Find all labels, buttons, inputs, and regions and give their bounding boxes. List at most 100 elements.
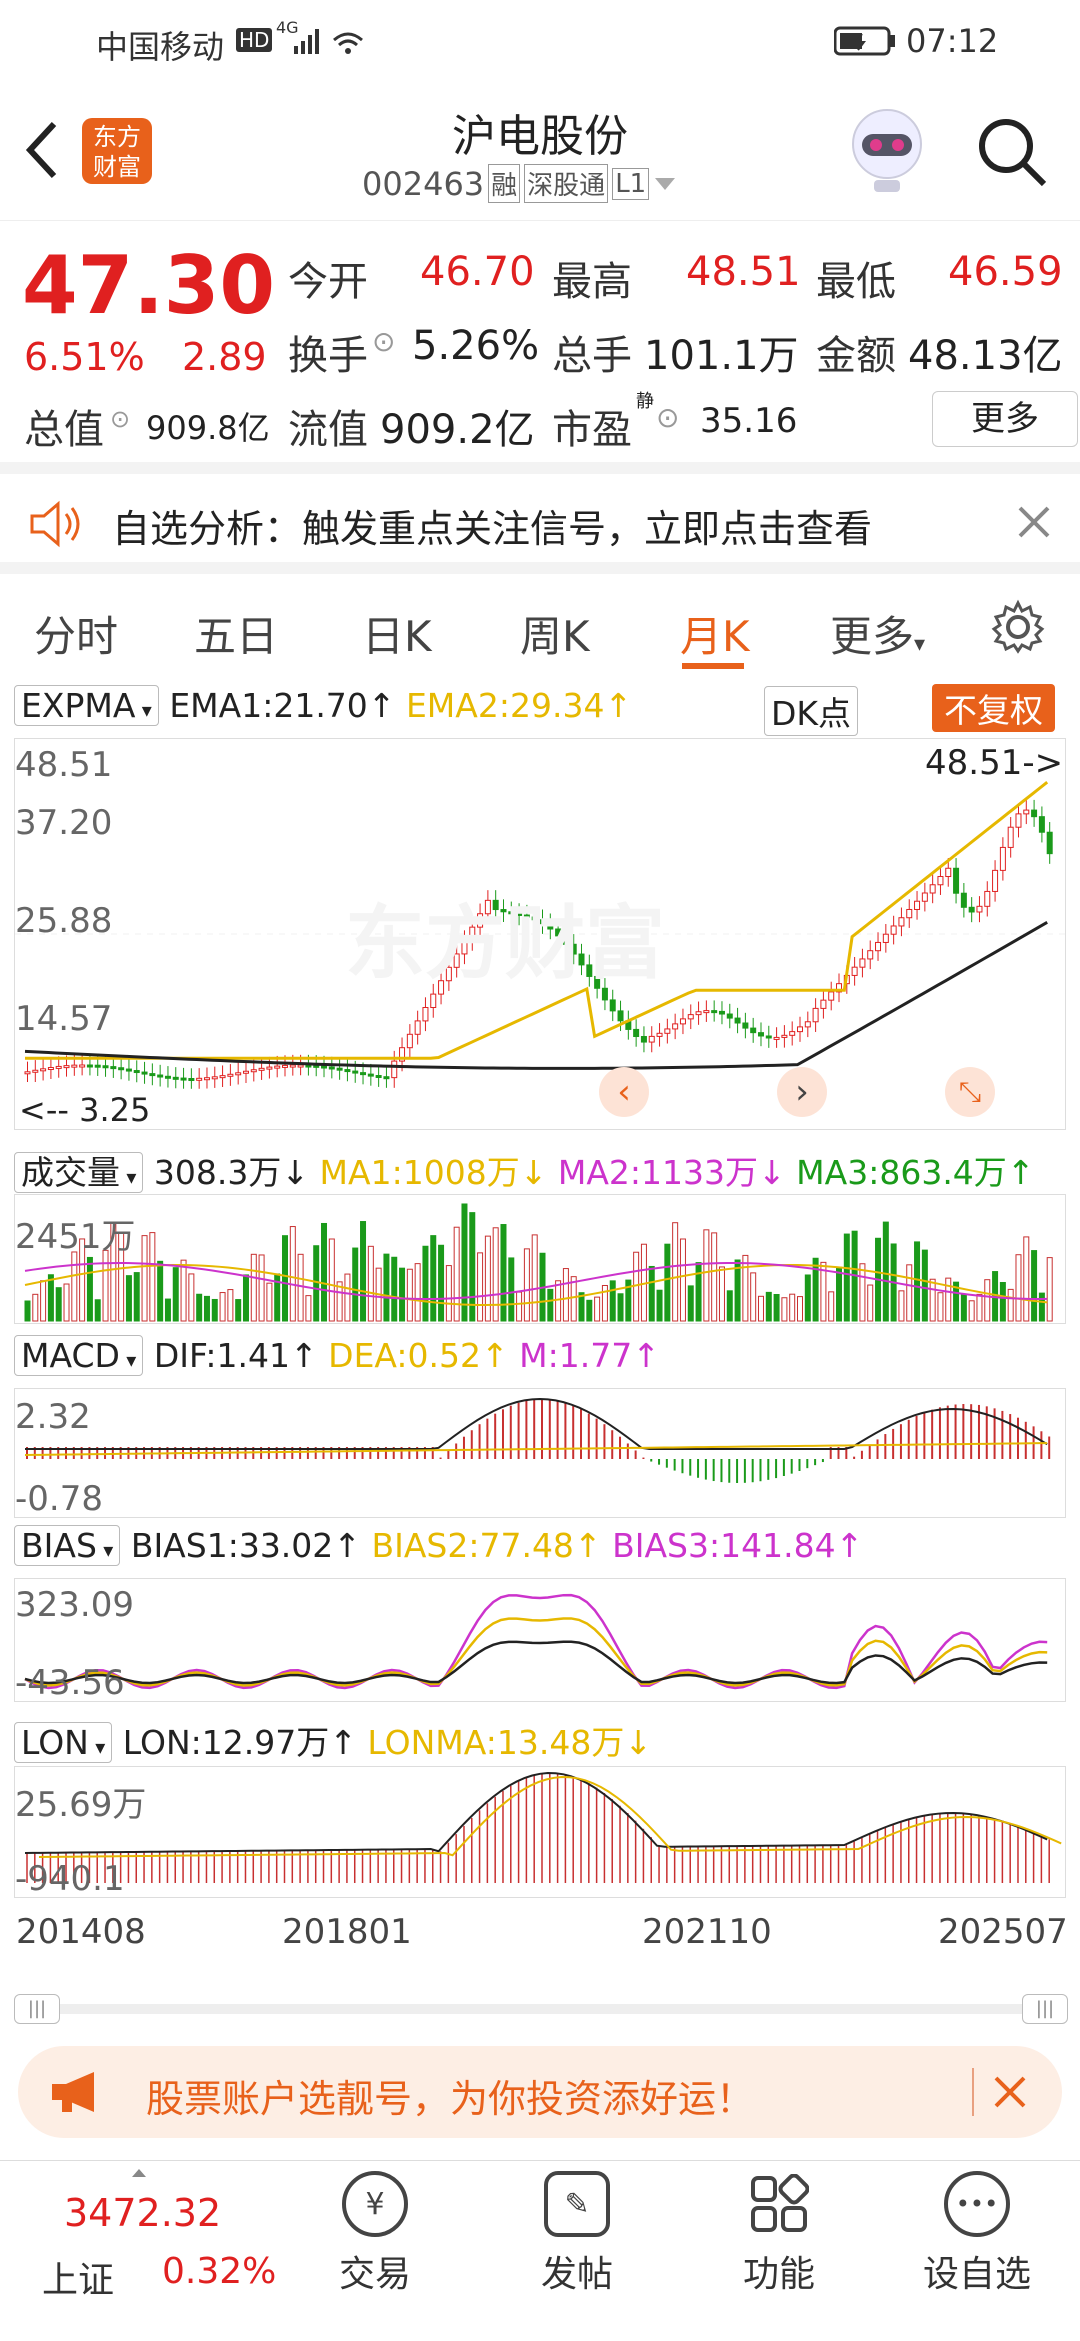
dk-point-toggle[interactable]: DK点 — [764, 686, 859, 736]
bias-y-bottom: -43.56 — [15, 1663, 125, 1703]
volume-bar — [555, 1280, 562, 1322]
candle-body — [141, 1071, 148, 1075]
next-page-icon[interactable]: › — [777, 1067, 827, 1117]
candle-body — [274, 1065, 281, 1069]
prev-page-icon[interactable]: ‹ — [599, 1067, 649, 1117]
candle-body — [953, 867, 960, 894]
candle-body — [149, 1073, 156, 1077]
promo-banner[interactable]: 股票账户选靓号，为你投资添好运！ — [18, 2046, 1062, 2138]
info-dot-icon[interactable]: ⊙ — [372, 325, 395, 358]
indicator-select-volume[interactable]: 成交量 ▾ — [14, 1152, 144, 1193]
close-icon[interactable] — [1016, 504, 1052, 540]
indicator-select-expma[interactable]: EXPMA ▾ — [14, 685, 159, 726]
more-button[interactable]: 更多 — [932, 391, 1078, 447]
indicator-select-lon[interactable]: LON ▾ — [14, 1722, 113, 1763]
analysis-alert[interactable]: 自选分析：触发重点关注信号，立即点击查看 — [0, 462, 1080, 574]
candle-body — [180, 1077, 187, 1081]
volume-bar — [430, 1235, 437, 1322]
carrier-label: 中国移动 — [96, 28, 225, 66]
no-adjust-button[interactable]: 不复权 — [932, 684, 1055, 732]
candle-body — [906, 908, 913, 919]
volume-bar — [968, 1300, 975, 1322]
pe-value: 35.16 — [700, 401, 798, 441]
kline-panel[interactable]: 东方财富 48.51 37.20 25.88 14.57 48.51-> <--… — [14, 738, 1066, 1130]
index-value[interactable]: 3472.32 — [64, 2191, 221, 2235]
stock-code-row[interactable]: 002463 融 深股通 L1 — [362, 164, 677, 203]
indicator-select-bias[interactable]: BIAS ▾ — [14, 1525, 121, 1566]
ema1-value: EMA1:21.70 — [169, 686, 368, 725]
info-dot-icon[interactable]: ⊙ — [656, 401, 679, 434]
robot-assistant-icon[interactable] — [844, 104, 930, 194]
volume-panel[interactable]: 2451万 — [14, 1194, 1066, 1324]
indicator-select-macd[interactable]: MACD ▾ — [14, 1335, 144, 1376]
close-icon[interactable] — [992, 2074, 1028, 2110]
candle-body — [859, 958, 866, 968]
nav-trade[interactable]: ¥ 交易 — [310, 2171, 440, 2297]
bottom-nav: 3472.32 上证 0.32% ¥ 交易 ✎ 发帖 功能 ••• 设自选 — [0, 2160, 1080, 2341]
candle-body — [812, 1007, 819, 1023]
candle-body — [422, 1007, 429, 1022]
candle-body — [336, 1067, 343, 1071]
y-label-max: 48.51 — [15, 745, 113, 785]
volume-bar — [211, 1298, 218, 1322]
alert-text: 自选分析：触发重点关注信号，立即点击查看 — [112, 507, 873, 551]
up-arrow-icon: ↑ — [573, 1526, 602, 1565]
yen-icon: ¥ — [342, 2171, 408, 2237]
volume-bar — [313, 1245, 320, 1322]
volume-bar — [438, 1244, 445, 1322]
candle-body — [40, 1068, 47, 1072]
lon-panel[interactable]: 25.69万 -940.1 — [14, 1766, 1066, 1899]
candle-body — [789, 1031, 796, 1036]
pe-static-sup: 静 — [636, 391, 654, 412]
nav-post[interactable]: ✎ 发帖 — [512, 2171, 642, 2297]
candle-body — [430, 993, 437, 1009]
volume-bar — [282, 1235, 288, 1322]
tab-weekly-k[interactable]: 周K — [520, 603, 590, 664]
lon-chart — [24, 1772, 1062, 1883]
candle-body — [24, 1071, 31, 1075]
search-icon[interactable] — [976, 116, 1048, 188]
volume-bar — [828, 1291, 835, 1322]
macd-panel[interactable]: 2.32 -0.78 — [14, 1388, 1066, 1519]
tab-monthly-k[interactable]: 月K — [680, 603, 750, 664]
volume-bar — [711, 1232, 718, 1322]
scroller-right-handle[interactable]: ||| — [1022, 1994, 1068, 2024]
nav-functions[interactable]: 功能 — [714, 2171, 844, 2297]
info-dot-icon[interactable]: ⊙ — [110, 405, 130, 433]
volume-bar — [133, 1272, 140, 1322]
up-arrow-icon: ↑ — [333, 1526, 361, 1565]
fullscreen-icon[interactable]: ⤡ — [945, 1067, 995, 1117]
banner-divider — [972, 2068, 974, 2116]
vol-ma3: MA3:863.4万 — [796, 1153, 1007, 1192]
volume-bar — [141, 1235, 148, 1322]
up-arrow-icon: ↑ — [481, 1336, 509, 1375]
candle-body — [1038, 816, 1045, 833]
candle-body — [188, 1078, 195, 1082]
volume-bar — [219, 1292, 226, 1322]
candle-body — [63, 1065, 70, 1069]
caret-down-icon: ▾ — [96, 1538, 114, 1562]
bias-header: BIAS ▾ BIAS1:33.02↑ BIAS2:77.48↑ BIAS3:1… — [14, 1525, 1066, 1568]
volume-bar — [289, 1226, 296, 1322]
range-scroller[interactable]: ||| ||| — [14, 1994, 1068, 2024]
candle-body — [992, 869, 999, 892]
tab-more[interactable]: 更多▾ — [830, 603, 925, 664]
volume-bar — [258, 1254, 265, 1322]
tab-daily-k[interactable]: 日K — [362, 603, 432, 664]
volume-bar — [1046, 1257, 1053, 1322]
scroller-left-handle[interactable]: ||| — [14, 1994, 60, 2024]
mcap-label: 总值 — [24, 407, 104, 453]
nav-add-watchlist[interactable]: ••• 设自选 — [912, 2171, 1042, 2297]
volume-bar — [63, 1283, 70, 1322]
volume-bar — [984, 1279, 991, 1322]
bias-panel[interactable]: 323.09 -43.56 — [14, 1578, 1066, 1703]
bias2-value: BIAS2:77.48 — [371, 1526, 574, 1565]
macd-chart — [24, 1397, 1051, 1483]
vol-y-label: 2451万 — [15, 1217, 136, 1257]
open-value: 46.70 — [420, 249, 535, 295]
candle-body — [851, 966, 858, 976]
settings-gear-icon[interactable] — [990, 599, 1046, 655]
tab-five-day[interactable]: 五日 — [194, 603, 278, 664]
tab-intraday[interactable]: 分时 — [34, 603, 118, 664]
candle-body — [55, 1065, 62, 1069]
